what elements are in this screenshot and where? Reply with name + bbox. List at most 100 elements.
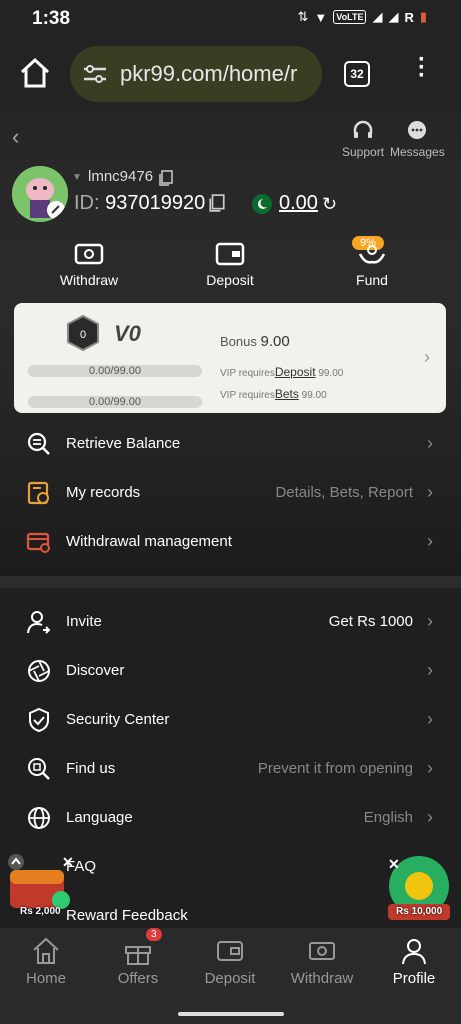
wallet-icon (217, 941, 243, 961)
user-icon (402, 939, 426, 965)
avatar[interactable] (12, 166, 68, 222)
more-menu-icon[interactable]: · · · (418, 48, 426, 88)
chevron-right-icon: › (427, 433, 433, 453)
chat-bubble-icon (408, 121, 427, 139)
globe-icon (28, 806, 50, 829)
section-divider (0, 576, 461, 588)
vip-bets-requirement: VIP requiresBets 99.00 (220, 387, 327, 401)
wifi-icon: ▼ (314, 9, 328, 25)
menu-discover[interactable]: Discover › (0, 646, 461, 695)
search-building-icon (28, 757, 50, 780)
menu-label: Find us (66, 760, 116, 777)
chevron-right-icon: › (427, 660, 433, 680)
pakistan-flag-icon (252, 194, 272, 214)
menu-retrieve-balance[interactable]: Retrieve Balance › (0, 419, 461, 468)
svg-text:0: 0 (80, 329, 86, 341)
status-time: 1:38 (32, 8, 71, 29)
fund-quick-button[interactable]: Fund (332, 242, 412, 288)
menu-label: Language (66, 809, 133, 826)
bets-progress-bar: 0.00/99.00 (28, 396, 202, 408)
deposit-progress-bar: 0.00/99.00 (28, 365, 202, 377)
withdraw-quick-button[interactable]: Withdraw (49, 242, 129, 288)
menu-value: Prevent it from opening (257, 760, 413, 777)
browser-toolbar: pkr99.com/home/r 32 · · · (0, 36, 461, 112)
nav-label: Withdraw (290, 970, 354, 987)
chevron-right-icon: › (427, 482, 433, 502)
home-icon[interactable] (18, 56, 52, 90)
fund-label: Fund (356, 272, 388, 288)
site-settings-icon[interactable] (82, 63, 108, 85)
menu-label: Retrieve Balance (66, 435, 181, 452)
nav-home[interactable]: Home (0, 936, 92, 987)
hands-coin-icon (358, 245, 386, 264)
refresh-balance-icon[interactable]: ↻ (322, 194, 337, 215)
withdraw-icon (74, 243, 104, 265)
vip-card[interactable]: 0 V0 0.00/99.00 0.00/99.00 Bonus 9.00 VI… (14, 303, 446, 413)
left-promo-float[interactable]: Rs 2,000 ✕ (6, 852, 74, 918)
nav-offers[interactable]: Offers (92, 936, 184, 987)
menu-language[interactable]: Language English › (0, 793, 461, 842)
avatar-image (12, 166, 68, 222)
chevron-right-icon: › (424, 347, 430, 367)
menu-label: My records (66, 484, 141, 501)
signal-icon: ◢ (372, 9, 383, 24)
right-promo-amount: Rs 10,000 (396, 906, 443, 917)
chevron-right-icon: › (427, 709, 433, 729)
nav-deposit[interactable]: Deposit (184, 936, 276, 987)
menu-withdrawal-management[interactable]: Withdrawal management › (0, 517, 461, 566)
right-promo-float[interactable]: Rs 10,000 ✕ (384, 854, 454, 922)
user-id-value: 937019920 (105, 192, 206, 214)
vip-deposit-requirement: VIP requiresDeposit 99.00 (220, 365, 343, 379)
nav-label: Deposit (204, 970, 256, 987)
address-bar[interactable]: pkr99.com/home/r (70, 46, 322, 102)
menu-find-us[interactable]: Find us Prevent it from opening › (0, 744, 461, 793)
dropdown-caret-icon[interactable]: ▼ (72, 172, 82, 183)
roaming-letter: R (404, 9, 414, 25)
vibrate-icon: ⇅ (297, 9, 309, 24)
coins-search-icon (27, 432, 50, 455)
username: lmnc9476 (88, 168, 154, 185)
offers-badge: 3 (146, 928, 162, 941)
gift-icon (125, 946, 151, 965)
req-prefix: VIP requires (220, 390, 275, 401)
req-prefix: VIP requires (220, 368, 275, 379)
aperture-icon (28, 659, 50, 682)
menu-my-records[interactable]: My records Details, Bets, Report › (0, 468, 461, 517)
deposit-quick-button[interactable]: Deposit (190, 242, 270, 288)
status-icons: ⇅ ▼ VoLTE ◢ ◢ R ▮ (298, 9, 428, 25)
bottom-nav: Home Offers 3 Deposit Withdraw Profile (0, 928, 461, 1024)
bonus-label: Bonus (220, 334, 257, 349)
menu-value: Get Rs 1000 (328, 613, 413, 630)
nav-label: Home (25, 970, 66, 987)
card-settings-icon (26, 532, 50, 553)
menu-label: Discover (66, 662, 125, 679)
chevron-right-icon: › (427, 531, 433, 551)
chevron-right-icon: › (427, 758, 433, 778)
menu-value: Details, Bets, Report (275, 484, 413, 501)
messages-button[interactable]: Messages (390, 120, 445, 159)
user-id-line: ID: 937019920 (74, 192, 205, 215)
id-label: ID: (74, 192, 100, 214)
shield-check-icon (29, 707, 49, 732)
menu-security-center[interactable]: Security Center › (0, 695, 461, 744)
copy-id-icon[interactable] (208, 194, 226, 212)
gesture-bar (178, 1012, 284, 1016)
copy-username-icon[interactable] (158, 170, 174, 186)
menu-value: English (363, 809, 413, 826)
close-icon[interactable]: ✕ (62, 854, 74, 871)
vip-emblem-icon: 0 (67, 315, 99, 351)
menu-label: Withdrawal management (66, 533, 232, 550)
invite-user-icon (27, 610, 51, 634)
menu-invite[interactable]: Invite Get Rs 1000 › (0, 597, 461, 646)
support-button[interactable]: Support (342, 120, 384, 159)
nav-withdraw[interactable]: Withdraw (276, 936, 368, 987)
deposit-link[interactable]: Deposit (275, 365, 316, 379)
back-arrow-icon[interactable]: ‹ (12, 124, 19, 150)
vip-bonus: Bonus 9.00 (220, 333, 290, 350)
home-icon (33, 937, 59, 964)
close-icon[interactable]: ✕ (388, 856, 400, 873)
nav-profile[interactable]: Profile (368, 936, 460, 987)
bets-link[interactable]: Bets (275, 387, 299, 401)
tab-switcher-button[interactable]: 32 (344, 61, 370, 87)
vip-level: V0 (114, 321, 141, 346)
